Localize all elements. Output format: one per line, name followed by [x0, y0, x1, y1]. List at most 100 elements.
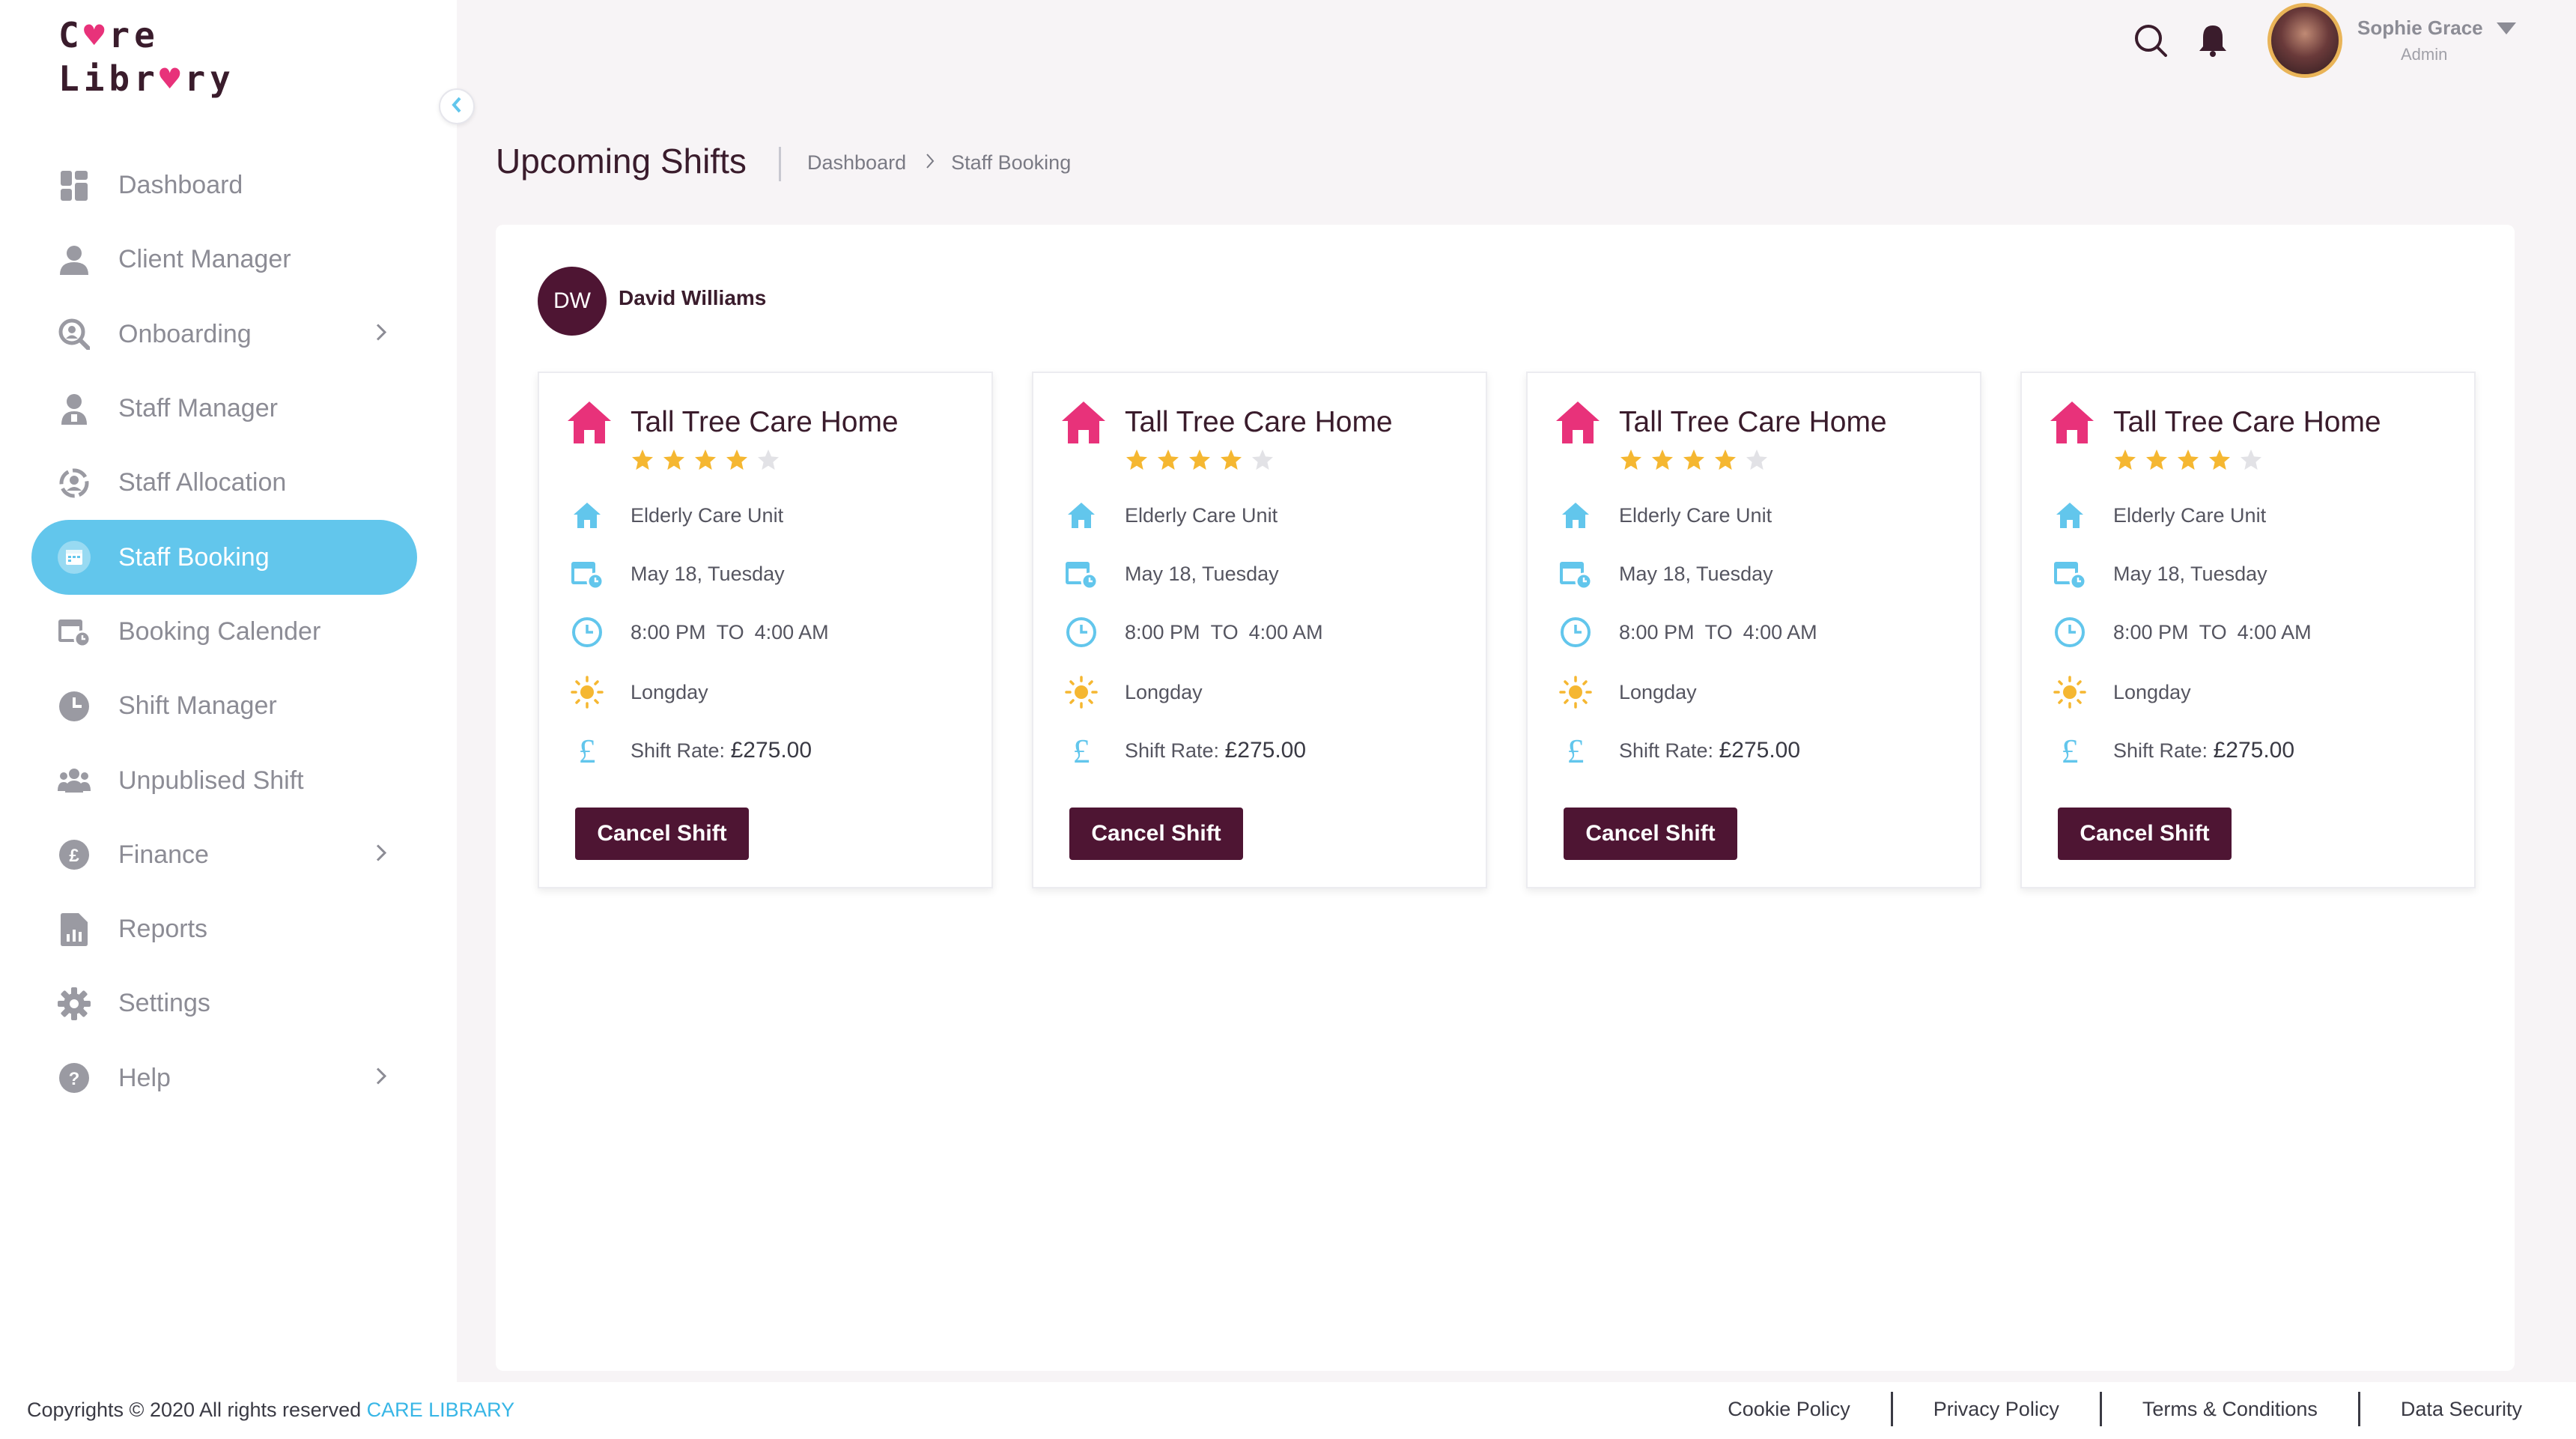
user-icon — [57, 243, 91, 277]
avatar[interactable] — [2267, 3, 2342, 78]
sidebar-item-client-manager[interactable]: Client Manager — [31, 222, 417, 297]
rate-row: £ Shift Rate: £275.00 — [1559, 734, 1801, 767]
svg-text:£: £ — [579, 734, 596, 767]
sidebar-item-staff-manager[interactable]: Staff Manager — [31, 372, 417, 446]
shift-card: Tall Tree Care Home Elderly Care Unit Ma… — [1032, 372, 1487, 888]
app-logo[interactable]: C♥re Libr♥ry — [58, 13, 235, 100]
shift-date: May 18, Tuesday — [1125, 562, 1279, 585]
shift-type: Longday — [2113, 680, 2191, 703]
sidebar-item-reports[interactable]: Reports — [31, 892, 417, 966]
clock-icon — [571, 616, 604, 649]
chevron-right-icon — [375, 323, 387, 346]
shift-rate: Shift Rate: £275.00 — [1125, 738, 1307, 763]
care-home-icon — [1555, 400, 1601, 449]
star-icon — [1156, 448, 1180, 476]
sidebar-item-staff-booking[interactable]: Staff Booking — [31, 520, 417, 595]
shift-date: May 18, Tuesday — [631, 562, 785, 585]
terms-link[interactable]: Terms & Conditions — [2142, 1398, 2318, 1421]
star-icon — [725, 448, 749, 476]
sidebar-item-finance[interactable]: £ Finance — [31, 818, 417, 892]
sidebar-collapse-button[interactable] — [439, 88, 475, 124]
copyright: Copyrights © 2020 All rights reserved CA… — [27, 1399, 514, 1422]
cancel-shift-button[interactable]: Cancel Shift — [2058, 808, 2232, 860]
footer-divider — [2099, 1392, 2102, 1426]
svg-text:£: £ — [1073, 734, 1090, 767]
sidebar-item-onboarding[interactable]: Onboarding — [31, 297, 417, 372]
rating-stars — [1125, 448, 1275, 476]
sidebar-item-label: Shift Manager — [118, 691, 277, 721]
cancel-shift-button[interactable]: Cancel Shift — [575, 808, 749, 860]
unit-name: Elderly Care Unit — [1619, 503, 1772, 527]
onboarding-icon — [57, 317, 91, 351]
unit-name: Elderly Care Unit — [1125, 503, 1278, 527]
pound-icon: £ — [1065, 734, 1098, 767]
breadcrumb-staff-booking: Staff Booking — [951, 151, 1072, 174]
sidebar-item-label: Settings — [118, 989, 210, 1018]
shift-time: 8:00 PM TO 4:00 AM — [1619, 620, 1817, 643]
unit-row: Elderly Care Unit — [2053, 499, 2266, 532]
type-row: Longday — [1065, 676, 1203, 709]
breadcrumb-dashboard[interactable]: Dashboard — [807, 151, 906, 175]
gear-icon — [57, 987, 91, 1021]
care-home-name[interactable]: Tall Tree Care Home — [631, 406, 899, 439]
cancel-shift-button[interactable]: Cancel Shift — [1564, 808, 1737, 860]
star-icon — [2208, 448, 2232, 476]
cancel-shift-button[interactable]: Cancel Shift — [1069, 808, 1243, 860]
unit-row: Elderly Care Unit — [1559, 499, 1772, 532]
allocation-icon — [57, 466, 91, 500]
star-icon — [1619, 448, 1643, 476]
group-icon — [57, 763, 91, 798]
sidebar-item-booking-calender[interactable]: Booking Calender — [31, 595, 417, 669]
sidebar-item-staff-allocation[interactable]: Staff Allocation — [31, 446, 417, 520]
svg-text:£: £ — [69, 846, 79, 866]
shift-type: Longday — [631, 680, 708, 703]
shift-card: Tall Tree Care Home Elderly Care Unit Ma… — [2020, 372, 2476, 888]
star-icon — [2145, 448, 2169, 476]
clock-icon — [1065, 616, 1098, 649]
sidebar-item-unpublised-shift[interactable]: Unpublised Shift — [31, 743, 417, 817]
date-row: May 18, Tuesday — [1559, 557, 1773, 590]
sidebar-item-shift-manager[interactable]: Shift Manager — [31, 669, 417, 743]
star-icon — [2113, 448, 2137, 476]
pound-icon: £ — [1559, 734, 1592, 767]
privacy-policy-link[interactable]: Privacy Policy — [1933, 1398, 2059, 1421]
star-icon — [693, 448, 717, 476]
caret-down-icon[interactable] — [2495, 21, 2518, 40]
bell-icon[interactable] — [2198, 24, 2228, 61]
care-home-icon — [1060, 400, 1107, 449]
care-home-name[interactable]: Tall Tree Care Home — [1125, 406, 1393, 439]
data-security-link[interactable]: Data Security — [2401, 1398, 2522, 1421]
sidebar-item-label: Client Manager — [118, 245, 291, 274]
chevron-left-icon — [450, 96, 464, 118]
sidebar-item-label: Unpublised Shift — [118, 766, 304, 795]
sidebar-item-label: Reports — [118, 915, 208, 944]
sidebar-item-help[interactable]: ? Help — [31, 1041, 417, 1115]
brand-link[interactable]: CARE LIBRARY — [367, 1399, 515, 1421]
sidebar-item-settings[interactable]: Settings — [31, 966, 417, 1040]
search-icon[interactable] — [2133, 22, 2169, 62]
care-home-icon — [566, 400, 613, 449]
sidebar-item-dashboard[interactable]: Dashboard — [31, 148, 417, 222]
star-icon — [1251, 448, 1275, 476]
star-icon — [2176, 448, 2200, 476]
sun-icon — [2053, 676, 2086, 709]
sidebar-item-label: Staff Booking — [118, 542, 270, 572]
home-icon — [1065, 499, 1098, 532]
shift-time: 8:00 PM TO 4:00 AM — [1125, 620, 1323, 643]
care-home-name[interactable]: Tall Tree Care Home — [1619, 406, 1887, 439]
star-icon — [2239, 448, 2263, 476]
star-icon — [1219, 448, 1243, 476]
shift-card: Tall Tree Care Home Elderly Care Unit Ma… — [1526, 372, 1981, 888]
pound-icon: £ — [2053, 734, 2086, 767]
star-icon — [1682, 448, 1706, 476]
shift-rate: Shift Rate: £275.00 — [2113, 738, 2295, 763]
user-name[interactable]: Sophie Grace — [2357, 16, 2483, 40]
calendar-icon — [57, 540, 91, 575]
type-row: Longday — [2053, 676, 2191, 709]
time-row: 8:00 PM TO 4:00 AM — [1559, 616, 1817, 649]
cookie-policy-link[interactable]: Cookie Policy — [1728, 1398, 1850, 1421]
shift-card: Tall Tree Care Home Elderly Care Unit Ma… — [538, 372, 993, 888]
care-home-name[interactable]: Tall Tree Care Home — [2113, 406, 2381, 439]
copyright-text: Copyrights © 2020 All rights reserved — [27, 1399, 362, 1421]
calendar-icon — [1065, 557, 1098, 590]
